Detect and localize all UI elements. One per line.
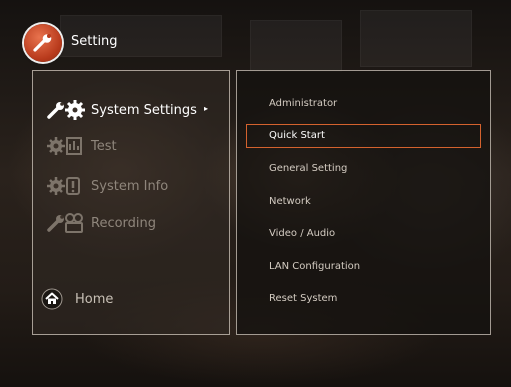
menu-item-test[interactable]: Test <box>45 133 117 159</box>
submenu-item-network[interactable]: Network <box>246 190 481 214</box>
submenu-item-administrator[interactable]: Administrator <box>246 92 481 116</box>
menu-item-label: System Info <box>91 178 169 194</box>
menu-item-system-info[interactable]: System Info <box>45 173 168 199</box>
submenu-arrow-icon: ▸ <box>204 104 209 113</box>
menu-item-label: Home <box>75 291 114 307</box>
settings-screen: Setting System Settings ▸ Test System In… <box>0 0 511 387</box>
wrench-icon <box>24 24 62 62</box>
menu-item-home[interactable]: Home <box>41 286 113 312</box>
wrench-recording-icon <box>45 212 87 234</box>
submenu-panel: Administrator Quick Start General Settin… <box>236 70 491 335</box>
submenu-item-quick-start[interactable]: Quick Start <box>246 124 481 148</box>
page-title: Setting <box>71 34 118 49</box>
menu-item-recording[interactable]: Recording <box>45 210 156 236</box>
menu-item-system-settings[interactable]: System Settings <box>45 97 197 123</box>
submenu-item-lan-configuration[interactable]: LAN Configuration <box>246 255 481 279</box>
main-menu-panel: System Settings ▸ Test System Info Recor… <box>32 70 230 335</box>
wrench-gear-icon <box>45 99 87 121</box>
submenu-item-general-setting[interactable]: General Setting <box>246 157 481 181</box>
home-icon <box>41 288 71 310</box>
menu-item-label: System Settings <box>91 102 197 118</box>
submenu-item-video-audio[interactable]: Video / Audio <box>246 222 481 246</box>
menu-item-label: Recording <box>91 215 157 231</box>
background-photo-window <box>250 20 342 72</box>
gear-info-icon <box>45 175 87 197</box>
background-photo-window <box>360 10 472 67</box>
submenu-item-reset-system[interactable]: Reset System <box>246 287 481 311</box>
gear-test-icon <box>45 135 87 157</box>
menu-item-label: Test <box>91 138 117 154</box>
